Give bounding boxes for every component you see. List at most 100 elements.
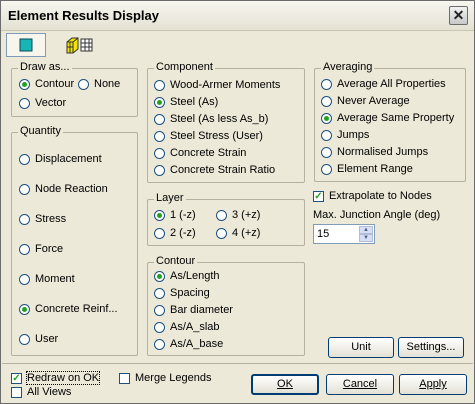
component-concrete-strain-radio[interactable]: Concrete Strain [154, 147, 246, 159]
radio-label: 3 (+z) [232, 209, 261, 221]
title-bar: Element Results Display ✕ [1, 1, 474, 31]
contour-label: Contour [154, 255, 198, 267]
radio-label: Normalised Jumps [337, 146, 429, 158]
contour-as-length-radio[interactable]: As/Length [154, 270, 220, 282]
all-views-checkbox[interactable]: All Views [11, 386, 71, 398]
quantity-moment-radio[interactable]: Moment [19, 273, 75, 285]
quantity-concrete-reinf-radio[interactable]: Concrete Reinf... [19, 303, 118, 315]
quantity-node-reaction-radio[interactable]: Node Reaction [19, 183, 108, 195]
layer-1-radio[interactable]: 1 (-z) [154, 209, 196, 221]
check-mark-icon: ✓ [11, 372, 22, 384]
radio-indicator [154, 304, 165, 316]
radio-label: Force [35, 243, 64, 255]
junction-angle-spinner[interactable]: 15 ▲ ▼ [313, 224, 375, 244]
spin-up-icon[interactable]: ▲ [359, 226, 373, 234]
layer-3-radio[interactable]: 3 (+z) [216, 209, 260, 221]
radio-label: Vector [35, 97, 67, 109]
radio-indicator [321, 78, 332, 90]
close-button[interactable]: ✕ [449, 6, 468, 25]
radio-label: Jumps [337, 129, 370, 141]
component-steel-less-radio[interactable]: Steel (As less As_b) [154, 113, 268, 125]
layer-4-radio[interactable]: 4 (+z) [216, 227, 260, 239]
radio-indicator [216, 227, 227, 239]
dialog-title: Element Results Display [8, 8, 159, 23]
radio-indicator [19, 213, 30, 225]
avg-all-properties-radio[interactable]: Average All Properties [321, 78, 446, 90]
component-wood-armer-radio[interactable]: Wood-Armer Moments [154, 79, 280, 91]
radio-label: As/A_base [170, 338, 224, 350]
radio-label: Concrete Reinf... [35, 303, 118, 315]
contour-as-a-base-radio[interactable]: As/A_base [154, 338, 223, 350]
radio-indicator [19, 153, 30, 165]
extrapolate-checkbox[interactable]: ✓ Extrapolate to Nodes [313, 190, 432, 202]
radio-indicator [321, 95, 332, 107]
avg-jumps-radio[interactable]: Jumps [321, 129, 369, 141]
avg-same-property-radio[interactable]: Average Same Property [321, 112, 454, 124]
quantity-displacement-radio[interactable]: Displacement [19, 153, 102, 165]
button-label: OK [277, 378, 293, 390]
checkbox-label: Merge Legends [135, 372, 212, 384]
button-label: Unit [351, 341, 371, 353]
avg-element-range-radio[interactable]: Element Range [321, 163, 413, 175]
draw-contour-radio[interactable]: Contour [19, 78, 74, 90]
radio-indicator [321, 129, 332, 141]
avg-normalised-jumps-radio[interactable]: Normalised Jumps [321, 146, 428, 158]
button-label: Cancel [342, 378, 378, 390]
close-icon: ✕ [452, 7, 465, 23]
radio-label: Steel (As less As_b) [170, 113, 269, 125]
button-label: Apply [419, 378, 447, 390]
redraw-on-ok-checkbox[interactable]: ✓ Redraw on OK [11, 371, 101, 385]
checkbox-label: Redraw on OK [25, 371, 101, 385]
avg-never-radio[interactable]: Never Average [321, 95, 410, 107]
component-steel-stress-radio[interactable]: Steel Stress (User) [154, 130, 263, 142]
radio-label: Wood-Armer Moments [170, 79, 281, 91]
radio-indicator [321, 146, 332, 158]
radio-label: Concrete Strain Ratio [170, 164, 276, 176]
quantity-stress-radio[interactable]: Stress [19, 213, 66, 225]
checkbox-label: Extrapolate to Nodes [329, 190, 432, 202]
radio-label: Displacement [35, 153, 102, 165]
element-3d-icon [66, 37, 93, 54]
ok-button[interactable]: OK [251, 374, 319, 395]
radio-indicator [19, 78, 30, 90]
radio-label: Concrete Strain [170, 147, 247, 159]
radio-label: 2 (-z) [170, 227, 196, 239]
apply-button[interactable]: Apply [399, 374, 467, 395]
draw-vector-radio[interactable]: Vector [19, 97, 66, 109]
tab-3d-elements[interactable] [59, 33, 99, 57]
radio-indicator [19, 303, 30, 315]
contour-bar-diameter-radio[interactable]: Bar diameter [154, 304, 233, 316]
footer-separator [2, 363, 473, 364]
radio-indicator [19, 97, 30, 109]
radio-indicator [321, 163, 332, 175]
component-strain-ratio-radio[interactable]: Concrete Strain Ratio [154, 164, 275, 176]
quantity-user-radio[interactable]: User [19, 333, 58, 345]
radio-indicator [19, 183, 30, 195]
junction-angle-value[interactable]: 15 [317, 228, 329, 240]
quantity-force-radio[interactable]: Force [19, 243, 63, 255]
radio-indicator [154, 321, 165, 333]
draw-none-radio[interactable]: None [78, 78, 120, 90]
component-label: Component [154, 61, 215, 73]
contour-spacing-radio[interactable]: Spacing [154, 287, 210, 299]
radio-label: User [35, 333, 59, 345]
radio-label: 4 (+z) [232, 227, 261, 239]
tab-2d-elements[interactable] [6, 33, 46, 57]
radio-indicator [154, 338, 165, 350]
radio-label: Spacing [170, 287, 210, 299]
settings-button[interactable]: Settings... [398, 337, 464, 358]
component-steel-as-radio[interactable]: Steel (As) [154, 96, 218, 108]
radio-label: Bar diameter [170, 304, 233, 316]
spin-down-icon[interactable]: ▼ [359, 234, 373, 242]
radio-label: As/Length [170, 270, 220, 282]
cancel-button[interactable]: Cancel [326, 374, 394, 395]
layer-2-radio[interactable]: 2 (-z) [154, 227, 196, 239]
radio-indicator [19, 243, 30, 255]
merge-legends-checkbox[interactable]: Merge Legends [119, 372, 211, 384]
radio-indicator [154, 113, 165, 125]
averaging-label: Averaging [321, 61, 375, 73]
contour-as-a-slab-radio[interactable]: As/A_slab [154, 321, 220, 333]
radio-label: Node Reaction [35, 183, 108, 195]
radio-indicator [154, 79, 165, 91]
unit-button[interactable]: Unit [328, 337, 394, 358]
